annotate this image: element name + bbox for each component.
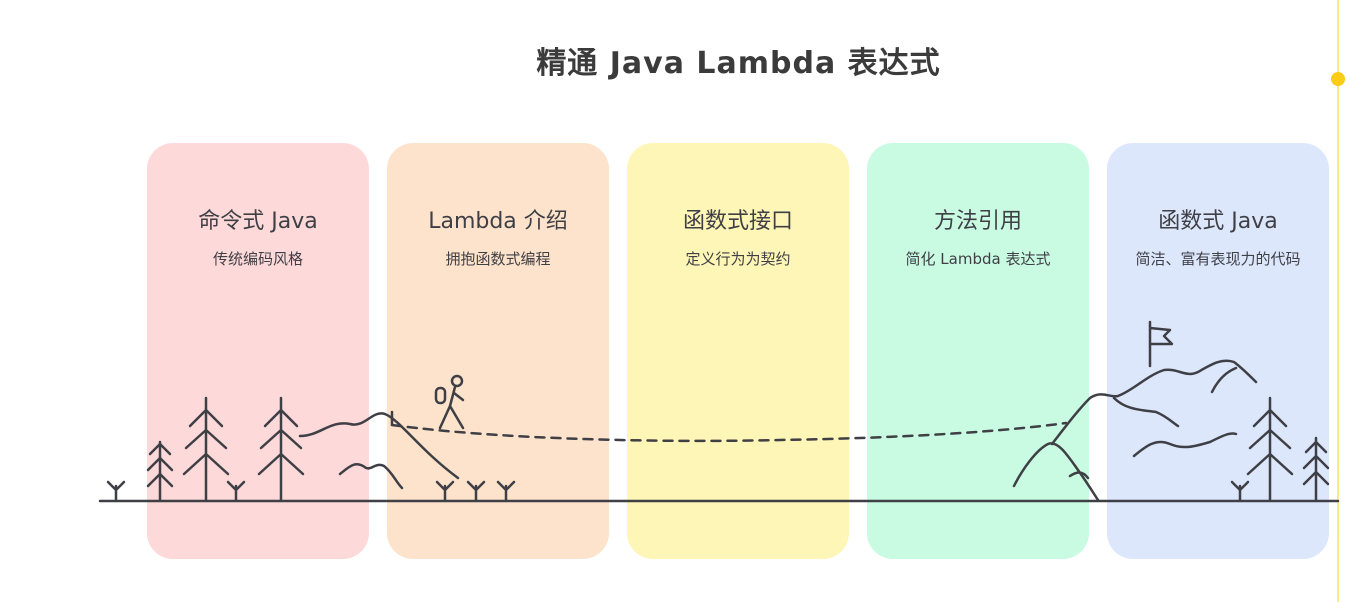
pine-tree-icon <box>257 396 305 502</box>
flag-icon <box>1148 320 1174 368</box>
pine-tree-icon <box>1246 396 1294 502</box>
journey-scene <box>98 320 1340 503</box>
journey-path <box>390 421 1068 443</box>
pine-tree-icon <box>1302 436 1330 502</box>
grass-sprout-icon <box>226 480 246 502</box>
mountain-icon <box>1012 442 1100 502</box>
grass-sprout-icon <box>1230 480 1250 502</box>
grass-sprout-icon <box>435 480 455 502</box>
mountain-icon <box>1050 359 1258 458</box>
mountain-icon <box>298 412 460 490</box>
pine-tree-icon <box>146 440 174 502</box>
pine-tree-icon <box>182 396 230 502</box>
grass-sprout-icon <box>106 480 126 502</box>
hiker-icon <box>434 374 465 430</box>
grass-sprout-icon <box>466 480 486 502</box>
grass-sprout-icon <box>496 480 516 502</box>
